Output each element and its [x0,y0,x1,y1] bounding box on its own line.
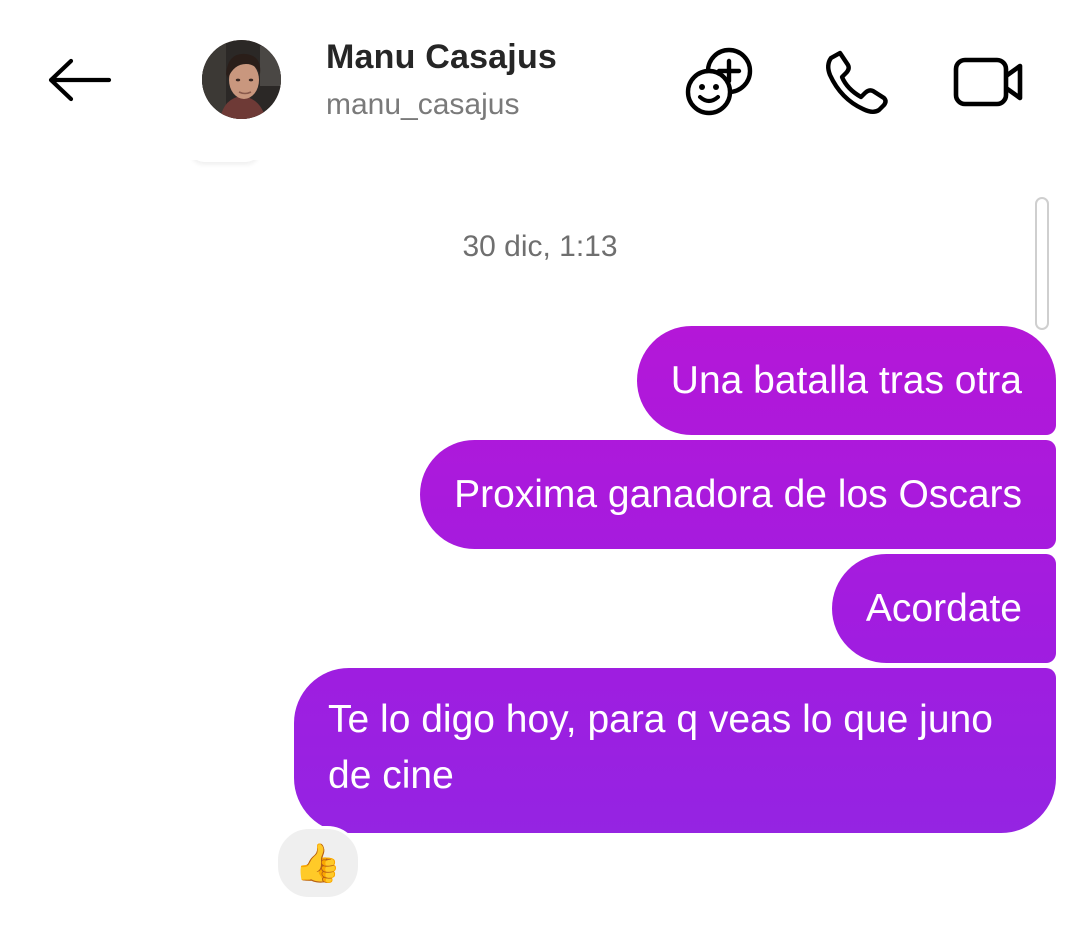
audio-call-button[interactable] [818,44,894,120]
back-button[interactable] [40,48,120,112]
add-people-button[interactable] [682,44,758,120]
phone-icon [826,50,888,114]
chat-screen: Manu Casajus manu_casajus 30 dic, 1:13 U… [0,0,1080,925]
message-bubble[interactable]: Proxima ganadora de los Oscars [420,440,1056,549]
contact-name[interactable]: Manu Casajus [326,38,557,77]
video-camera-icon [953,57,1023,107]
chat-header: Manu Casajus manu_casajus [0,0,1080,160]
avatar[interactable] [202,40,281,119]
message-bubble[interactable]: Te lo digo hoy, para q veas lo que juno … [294,668,1056,833]
contact-username[interactable]: manu_casajus [326,88,519,122]
thumbs-up-reaction[interactable]: 👍 [275,826,361,900]
message-timestamp: 30 dic, 1:13 [462,230,618,263]
arrow-left-icon [48,58,112,102]
message-bubble[interactable]: Acordate [831,554,1056,663]
video-call-button[interactable] [950,44,1026,120]
add-friend-emoji-icon [685,47,753,116]
message-bubble[interactable]: Una batalla tras otra [636,326,1056,435]
